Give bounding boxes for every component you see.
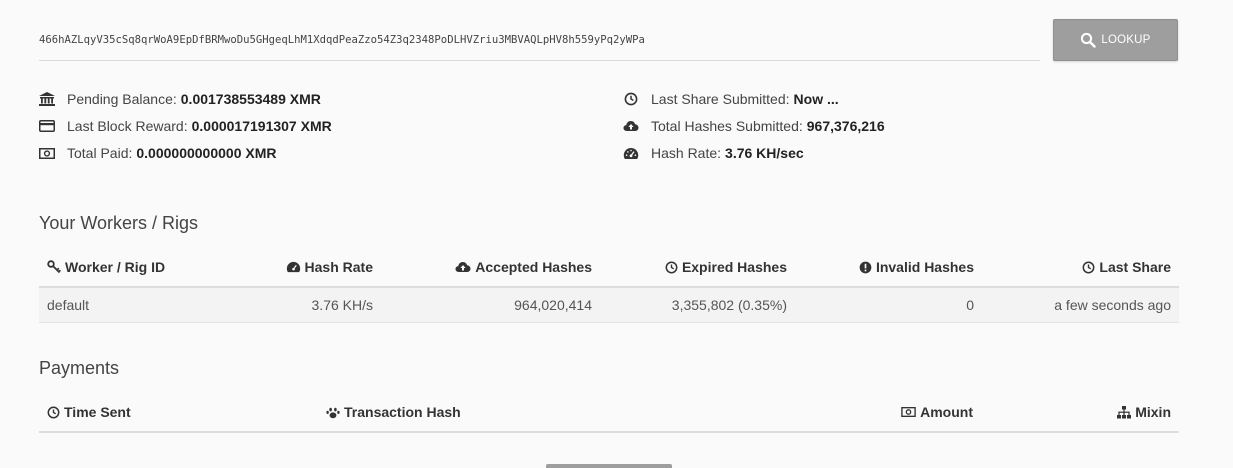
- workers-title: Your Workers / Rigs: [39, 213, 199, 233]
- cloud-upload-icon: [455, 262, 471, 272]
- col-amount[interactable]: Amount: [901, 393, 973, 431]
- stat-label: Hash Rate:: [651, 145, 722, 161]
- credit-card-icon: [39, 119, 55, 133]
- col-label: Last Share: [1099, 259, 1171, 275]
- col-label: Invalid Hashes: [875, 259, 974, 275]
- col-hash-rate[interactable]: Hash Rate: [286, 248, 373, 286]
- address-field[interactable]: [39, 26, 1040, 61]
- stat-hash-rate: Hash Rate: 3.76 KH/sec: [623, 144, 804, 162]
- col-last-share[interactable]: Last Share: [1082, 248, 1171, 286]
- lookup-button-label: LOOKUP: [1101, 34, 1151, 46]
- col-label: Transaction Hash: [344, 404, 461, 420]
- col-time-sent[interactable]: Time Sent: [47, 393, 131, 431]
- stat-value: 0.000017191307 XMR: [191, 118, 332, 134]
- clock-icon: [1082, 261, 1095, 273]
- stat-label: Total Paid:: [67, 145, 133, 161]
- col-label: Hash Rate: [304, 259, 373, 275]
- col-expired-hashes[interactable]: Expired Hashes: [665, 248, 787, 286]
- paw-icon: [326, 407, 340, 418]
- col-label: Accepted Hashes: [475, 259, 592, 275]
- search-icon: [1081, 32, 1097, 48]
- cloud-upload-icon: [623, 119, 639, 133]
- workers-table-header: Worker / Rig ID Hash Rate Accepted Hashe…: [39, 248, 1179, 288]
- stat-last-share-submitted: Last Share Submitted: Now ...: [623, 90, 839, 108]
- stat-value: 0.001738553489 XMR: [180, 91, 321, 107]
- col-label: Amount: [920, 404, 973, 420]
- stat-value: 3.76 KH/sec: [725, 145, 804, 161]
- cell-hash-rate: 3.76 KH/s: [311, 297, 373, 313]
- clock-icon: [47, 406, 60, 418]
- load-more-button[interactable]: [546, 464, 672, 468]
- address-input[interactable]: [39, 34, 1040, 46]
- payments-table: Time Sent Transaction Hash Amount Mixin: [39, 393, 1179, 433]
- col-mixin[interactable]: Mixin: [1117, 393, 1171, 431]
- col-label: Mixin: [1135, 404, 1171, 420]
- clock-icon: [665, 261, 678, 273]
- col-worker-id[interactable]: Worker / Rig ID: [47, 248, 165, 286]
- clock-icon: [623, 92, 639, 106]
- key-icon: [47, 260, 61, 274]
- money-icon: [39, 146, 55, 160]
- col-transaction-hash[interactable]: Transaction Hash: [326, 393, 461, 431]
- stat-label: Last Block Reward:: [67, 118, 188, 134]
- cell-expired-hashes: 3,355,802 (0.35%): [671, 297, 787, 313]
- stat-label: Total Hashes Submitted:: [651, 118, 803, 134]
- stat-value: 967,376,216: [806, 118, 885, 134]
- cell-last-share: a few seconds ago: [1054, 297, 1171, 313]
- cell-accepted-hashes: 964,020,414: [514, 297, 592, 313]
- cell-invalid-hashes: 0: [966, 297, 974, 313]
- stat-total-hashes-submitted: Total Hashes Submitted: 967,376,216: [623, 117, 885, 135]
- payments-table-header: Time Sent Transaction Hash Amount Mixin: [39, 393, 1179, 433]
- stat-value: Now ...: [793, 91, 839, 107]
- exclamation-circle-icon: [859, 261, 872, 273]
- dashboard-icon: [286, 261, 300, 273]
- bank-icon: [39, 92, 55, 106]
- stat-label: Pending Balance:: [67, 91, 177, 107]
- lookup-button[interactable]: LOOKUP: [1053, 19, 1178, 61]
- stat-label: Last Share Submitted:: [651, 91, 790, 107]
- col-label: Worker / Rig ID: [65, 259, 166, 275]
- page: LOOKUP Pending Balance: 0.001738553489 X…: [0, 0, 1233, 468]
- stat-last-block-reward: Last Block Reward: 0.000017191307 XMR: [39, 117, 332, 135]
- dashboard-icon: [623, 146, 639, 160]
- stat-total-paid: Total Paid: 0.000000000000 XMR: [39, 144, 276, 162]
- payments-title: Payments: [39, 358, 120, 378]
- stat-value: 0.000000000000 XMR: [136, 145, 277, 161]
- col-accepted-hashes[interactable]: Accepted Hashes: [455, 248, 592, 286]
- table-row[interactable]: default 3.76 KH/s 964,020,414 3,355,802 …: [39, 288, 1179, 323]
- stat-pending-balance: Pending Balance: 0.001738553489 XMR: [39, 90, 321, 108]
- cell-worker-id: default: [47, 297, 90, 313]
- sitemap-icon: [1117, 405, 1132, 418]
- col-invalid-hashes[interactable]: Invalid Hashes: [859, 248, 974, 286]
- col-label: Time Sent: [64, 404, 131, 420]
- workers-table: Worker / Rig ID Hash Rate Accepted Hashe…: [39, 248, 1179, 323]
- money-icon: [901, 407, 916, 417]
- col-label: Expired Hashes: [681, 259, 787, 275]
